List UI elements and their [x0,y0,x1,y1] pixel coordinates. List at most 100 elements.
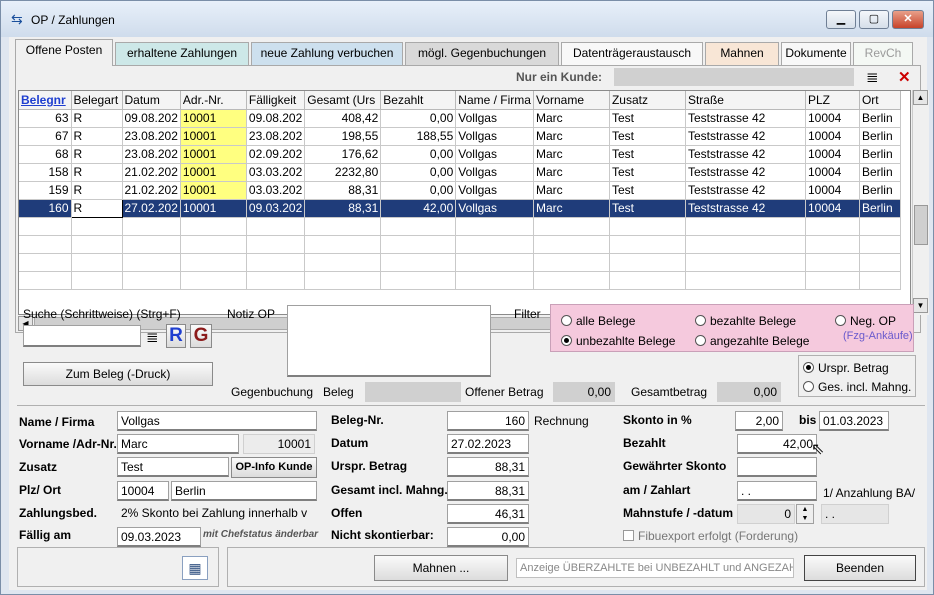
table-cell[interactable]: 0,00 [380,163,457,182]
zum-beleg-button[interactable]: Zum Beleg (-Druck) [23,362,213,386]
tab-1[interactable]: erhaltene Zahlungen [115,42,249,65]
table-cell[interactable]: 160 [19,199,72,218]
zusatz-field[interactable]: Test [117,457,229,477]
column-header[interactable]: Belegart [71,91,123,110]
table-row[interactable]: 63 R 09.08.202 10001 09.08.202 408,42 0,00 Voll… [19,109,901,128]
table-cell[interactable]: 88,31 [304,181,382,200]
table-cell[interactable]: Test [609,127,686,146]
table-cell[interactable]: 21.02.202 [122,163,181,182]
mode-urspr[interactable]: Urspr. Betrag [803,361,889,375]
column-header[interactable]: Vorname [533,91,610,110]
table-cell[interactable]: Test [609,109,686,128]
gewaehrt-field[interactable] [737,457,817,477]
table-cell[interactable]: 10001 [180,127,247,146]
table-cell[interactable]: 10004 [805,109,860,128]
column-header[interactable]: Adr.-Nr. [180,91,247,110]
table-cell[interactable]: Marc [533,145,610,164]
table-cell[interactable]: Teststrasse 42 [685,109,806,128]
r-button[interactable]: R [166,324,186,348]
table-cell[interactable]: 03.03.202 [246,181,306,200]
table-cell[interactable]: Vollgas [455,199,534,218]
menu-icon[interactable]: ≣ [866,68,879,86]
skonto-field[interactable]: 2,00 [735,411,783,431]
table-cell[interactable]: 09.08.202 [246,109,306,128]
filter-bezahlte[interactable]: bezahlte Belege [695,314,796,328]
table-cell[interactable]: Vollgas [455,163,534,182]
column-header[interactable]: Belegnr [19,91,72,110]
table-cell[interactable]: 03.03.202 [246,163,306,182]
notiz-textarea[interactable] [287,305,491,377]
table-cell[interactable]: 27.02.202 [122,199,181,218]
column-header[interactable]: PLZ [805,91,860,110]
column-header[interactable]: Zusatz [609,91,686,110]
table-cell[interactable]: Teststrasse 42 [685,199,806,218]
table-cell[interactable]: 09.03.202 [246,199,306,218]
table-cell[interactable]: Test [609,199,686,218]
table-cell[interactable]: 10004 [805,145,860,164]
table-row[interactable]: 158 R 21.02.202 10001 03.03.202 2232,80 0,00 Vo… [19,163,901,182]
table-row[interactable]: 67 R 23.08.202 10001 23.08.202 198,55 188,55 Vo… [19,127,901,146]
kunde-filter-field[interactable] [614,68,854,86]
table-cell[interactable]: 67 [19,127,72,146]
table-cell[interactable]: Vollgas [455,145,534,164]
table-cell[interactable]: Test [609,163,686,182]
nicht-skontierbar-field[interactable]: 0,00 [447,527,529,547]
scroll-down-icon[interactable]: ▼ [913,298,928,313]
scroll-up-icon[interactable]: ▲ [913,90,928,105]
table-cell[interactable]: Berlin [859,109,901,128]
vorname-field[interactable]: Marc [117,434,239,454]
table-cell[interactable]: Vollgas [455,181,534,200]
table-cell[interactable]: Marc [533,127,610,146]
plz-field[interactable]: 10004 [117,481,169,501]
table-row[interactable]: 160 R 27.02.202 10001 09.03.202 88,31 42,00 Vol… [19,198,901,218]
ort-field[interactable]: Berlin [171,481,317,501]
tab-0[interactable]: Offene Posten [15,39,113,66]
table-cell[interactable]: 10001 [180,109,247,128]
column-header[interactable]: Name / Firma [455,91,534,110]
minimize-button[interactable]: ▁ [826,10,856,29]
column-header[interactable]: Ort [859,91,901,110]
table-cell[interactable]: 23.08.202 [246,127,306,146]
table-cell[interactable]: Berlin [859,163,901,182]
table-cell[interactable]: Berlin [859,127,901,146]
table-cell[interactable]: 10004 [805,181,860,200]
table-cell[interactable]: 176,62 [304,145,382,164]
faellig-field[interactable]: 09.03.2023 [117,527,201,547]
fibuexport-checkbox[interactable]: Fibuexport erfolgt (Forderung) [623,529,798,543]
beenden-button[interactable]: Beenden [804,555,916,581]
table-cell[interactable]: 158 [19,163,72,182]
mahnstufe-spinner-icon[interactable]: ▲ ▼ [796,504,814,524]
gegen-beleg-field[interactable] [365,382,461,402]
filter-unbezahlte[interactable]: unbezahlte Belege [561,334,675,348]
tab-6[interactable]: Dokumente [781,42,851,65]
filter-angezahlte[interactable]: angezahlte Belege [695,334,809,348]
table-cell[interactable]: 0,00 [380,109,457,128]
table-cell[interactable]: Teststrasse 42 [685,145,806,164]
table-cell[interactable]: 68 [19,145,72,164]
table-cell[interactable]: 198,55 [304,127,382,146]
mahnstufe-field[interactable]: 0 [737,504,795,524]
table-cell[interactable]: Vollgas [455,127,534,146]
table-cell[interactable]: 159 [19,181,72,200]
table-cell[interactable]: Test [609,145,686,164]
table-cell[interactable]: 23.08.202 [122,145,181,164]
table-cell[interactable]: Marc [533,109,610,128]
table-cell[interactable]: 88,31 [304,199,382,218]
tab-4[interactable]: Datenträgeraustausch [561,42,703,65]
filter-neg-op[interactable]: Neg. OP [835,314,896,328]
mahndatum-field[interactable]: . . [821,504,889,524]
bezahlt-field[interactable]: 42,00 [737,434,817,454]
tab-7[interactable]: RevCh [853,42,913,65]
maximize-button[interactable]: ▢ [859,10,889,29]
table-cell[interactable]: 0,00 [380,181,457,200]
table-cell[interactable]: R [71,145,123,164]
column-header[interactable]: Bezahlt [380,91,457,110]
table-cell[interactable]: 10004 [805,163,860,182]
table-cell[interactable]: Teststrasse 42 [685,181,806,200]
table-cell[interactable]: 2232,80 [304,163,382,182]
search-menu-icon[interactable]: ≣ [146,328,159,346]
table-cell[interactable]: 10004 [805,199,860,218]
table-cell[interactable]: Berlin [859,145,901,164]
name-field[interactable]: Vollgas [117,411,317,431]
grid-vertical-scrollbar[interactable]: ▲ ▼ [912,90,929,315]
